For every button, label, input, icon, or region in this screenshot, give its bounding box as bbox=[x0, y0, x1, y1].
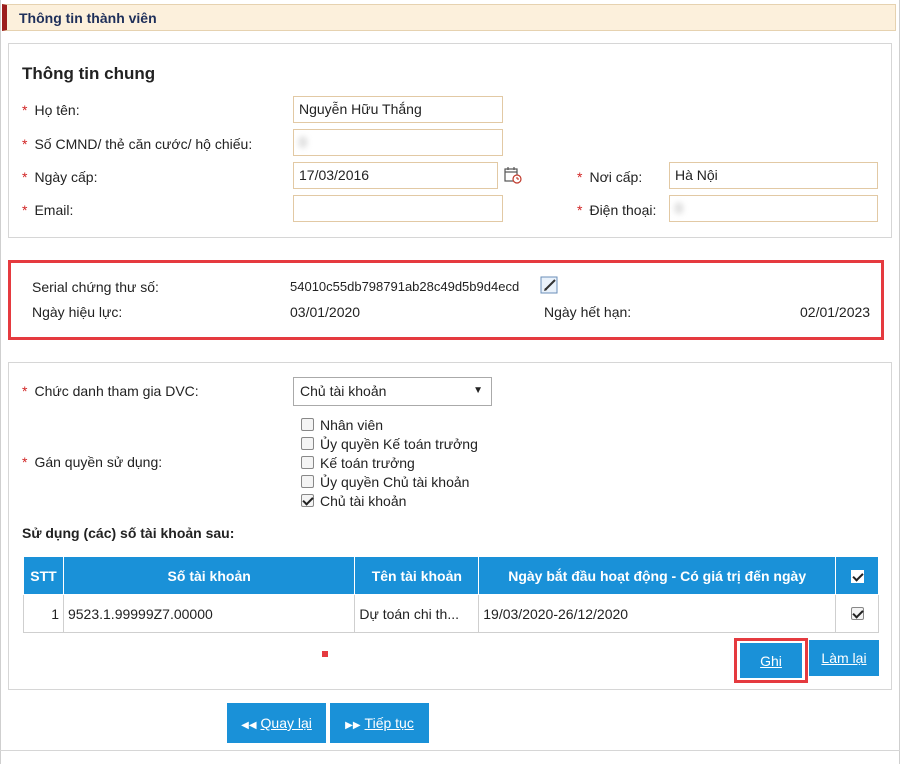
right-option[interactable]: Ủy quyền Kế toán trưởng bbox=[301, 436, 478, 452]
cell-so-tai-khoan: 9523.1.99999Z7.00000 bbox=[62, 594, 356, 633]
certificate-highlight-box bbox=[8, 260, 884, 340]
right-option-label: Nhân viên bbox=[320, 417, 384, 433]
position-select[interactable]: Chủ tài khoản ▼ bbox=[293, 377, 492, 406]
cell-ten-tai-khoan: Dự toán chi th... bbox=[354, 594, 480, 633]
double-left-arrow-icon: ◀◀ bbox=[241, 720, 257, 731]
edit-certificate-icon[interactable] bbox=[540, 276, 560, 296]
noi-cap-input[interactable]: Hà Nội bbox=[669, 162, 878, 189]
label-email: Email: bbox=[22, 202, 73, 218]
serial-value: 54010c55db798791ab28c49d5b9d4ecd bbox=[290, 279, 520, 294]
reset-button-label: Làm lại bbox=[821, 650, 867, 666]
label-cmnd: Số CMND/ thẻ căn cước/ hộ chiếu: bbox=[22, 136, 252, 152]
back-button[interactable]: ◀◀ Quay lại bbox=[227, 703, 326, 743]
effective-date-value: 03/01/2020 bbox=[290, 304, 361, 320]
position-select-value: Chủ tài khoản bbox=[300, 383, 387, 399]
accounts-title: Sử dụng (các) số tài khoản sau: bbox=[22, 525, 235, 541]
right-option-label: Ủy quyền Kế toán trưởng bbox=[320, 436, 478, 452]
checkbox[interactable] bbox=[301, 418, 314, 431]
col-ten-tai-khoan: Tên tài khoản bbox=[354, 556, 480, 595]
label-position: Chức danh tham gia DVC: bbox=[22, 383, 198, 399]
next-button[interactable]: ▶▶ Tiếp tục bbox=[330, 703, 429, 743]
expiry-date-value: 02/01/2023 bbox=[800, 304, 871, 320]
select-all-checkbox[interactable] bbox=[850, 569, 864, 583]
calendar-icon[interactable] bbox=[504, 166, 522, 184]
col-stt: STT bbox=[23, 556, 64, 595]
checkbox[interactable] bbox=[301, 437, 314, 450]
label-ngay-cap: Ngày cấp: bbox=[22, 169, 97, 185]
dien-thoai-input[interactable]: 0 bbox=[669, 195, 878, 222]
back-button-label: Quay lại bbox=[260, 715, 312, 731]
label-serial: Serial chứng thư số: bbox=[32, 279, 159, 295]
table-header-row: STT Số tài khoản Tên tài khoản Ngày bắt … bbox=[23, 556, 879, 595]
right-option[interactable]: Nhân viên bbox=[301, 417, 383, 433]
right-option[interactable]: Ủy quyền Chủ tài khoản bbox=[301, 474, 469, 490]
save-button[interactable]: Ghi bbox=[740, 643, 802, 678]
red-marker bbox=[322, 651, 328, 657]
right-option[interactable]: Chủ tài khoản bbox=[301, 493, 406, 509]
col-so-tai-khoan: Số tài khoản bbox=[62, 556, 356, 595]
label-noi-cap: Nơi cấp: bbox=[577, 169, 642, 185]
cell-ngay: 19/03/2020-26/12/2020 bbox=[478, 594, 837, 633]
accounts-table: STT Số tài khoản Tên tài khoản Ngày bắt … bbox=[23, 556, 879, 633]
page-title: Thông tin thành viên bbox=[19, 10, 157, 26]
reset-button[interactable]: Làm lại bbox=[809, 640, 879, 676]
cell-select[interactable] bbox=[835, 594, 879, 633]
label-effective-date: Ngày hiệu lực: bbox=[32, 304, 123, 320]
cmnd-input[interactable]: 0 bbox=[293, 129, 503, 156]
checkbox-checked[interactable] bbox=[301, 494, 314, 507]
section-title-general: Thông tin chung bbox=[22, 64, 156, 83]
ho-ten-input[interactable]: Nguyễn Hữu Thắng bbox=[293, 96, 503, 123]
label-dien-thoai: Điện thoại: bbox=[577, 202, 656, 218]
double-right-arrow-icon: ▶▶ bbox=[345, 720, 361, 731]
bottom-divider bbox=[0, 750, 900, 751]
row-checkbox[interactable] bbox=[850, 606, 864, 620]
dien-thoai-value: 0 bbox=[675, 200, 683, 216]
cmnd-value: 0 bbox=[299, 134, 307, 150]
right-option-label: Ủy quyền Chủ tài khoản bbox=[320, 474, 470, 490]
checkbox[interactable] bbox=[301, 475, 314, 488]
label-expiry-date: Ngày hết hạn: bbox=[544, 304, 632, 320]
table-row: 1 9523.1.99999Z7.00000 Dự toán chi th...… bbox=[23, 594, 879, 633]
label-ho-ten: Họ tên: bbox=[22, 102, 79, 118]
next-button-label: Tiếp tục bbox=[364, 715, 414, 731]
checkbox[interactable] bbox=[301, 456, 314, 469]
save-button-label: Ghi bbox=[760, 652, 782, 669]
chevron-down-icon: ▼ bbox=[473, 385, 483, 396]
label-rights: Gán quyền sử dụng: bbox=[22, 454, 162, 470]
ngay-cap-input[interactable]: 17/03/2016 bbox=[293, 162, 498, 189]
page-header: Thông tin thành viên bbox=[2, 4, 896, 31]
cell-stt: 1 bbox=[23, 594, 64, 633]
col-ngay: Ngày bắt đầu hoạt động - Có giá trị đến … bbox=[478, 556, 837, 595]
email-input[interactable] bbox=[293, 195, 503, 222]
right-option[interactable]: Kế toán trưởng bbox=[301, 455, 415, 471]
right-option-label: Chủ tài khoản bbox=[320, 493, 407, 509]
col-select-all[interactable] bbox=[835, 556, 879, 595]
right-option-label: Kế toán trưởng bbox=[320, 455, 415, 471]
